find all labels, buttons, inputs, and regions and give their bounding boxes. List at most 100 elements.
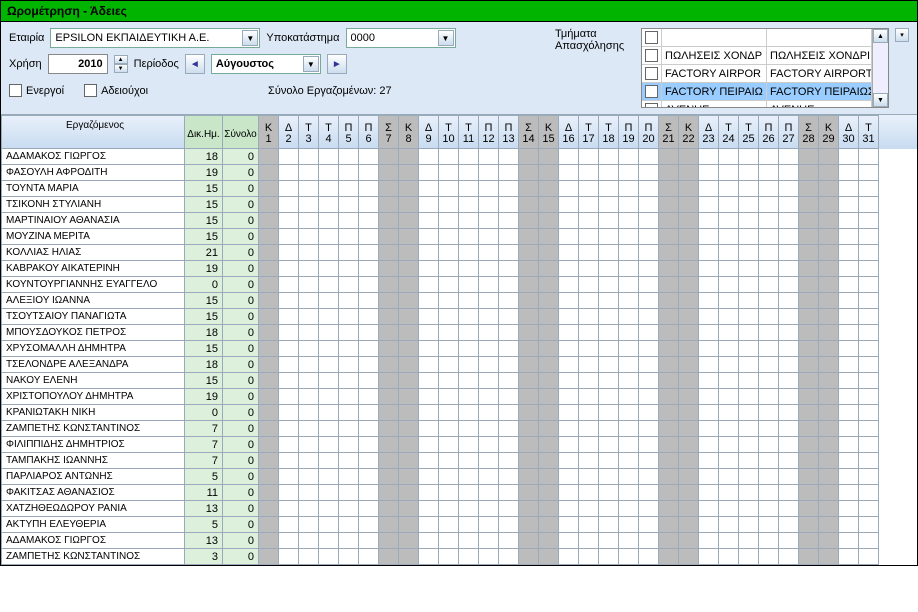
cell-day[interactable]: [639, 437, 659, 453]
cell-day[interactable]: [719, 341, 739, 357]
cell-day[interactable]: [379, 325, 399, 341]
cell-day[interactable]: [819, 181, 839, 197]
col-day-22[interactable]: Κ22: [679, 115, 699, 149]
cell-day[interactable]: [719, 229, 739, 245]
cell-day[interactable]: [719, 405, 739, 421]
cell-day[interactable]: [359, 341, 379, 357]
cell-day[interactable]: [779, 181, 799, 197]
cell-day[interactable]: [359, 357, 379, 373]
cell-day[interactable]: [439, 197, 459, 213]
cell-day[interactable]: [459, 245, 479, 261]
cell-day[interactable]: [379, 261, 399, 277]
col-syn[interactable]: Σύνολο: [223, 115, 259, 149]
col-day-17[interactable]: Τ17: [579, 115, 599, 149]
cell-day[interactable]: [359, 181, 379, 197]
cell-day[interactable]: [799, 245, 819, 261]
cell-day[interactable]: [659, 389, 679, 405]
cell-day[interactable]: [379, 277, 399, 293]
cell-day[interactable]: [779, 437, 799, 453]
cell-day[interactable]: [279, 437, 299, 453]
cell-day[interactable]: [679, 357, 699, 373]
cell-day[interactable]: [259, 549, 279, 565]
cell-day[interactable]: [499, 149, 519, 165]
cell-day[interactable]: [299, 165, 319, 181]
cell-day[interactable]: [759, 517, 779, 533]
cell-day[interactable]: [499, 517, 519, 533]
cell-day[interactable]: [679, 197, 699, 213]
col-day-3[interactable]: Τ3: [299, 115, 319, 149]
cell-day[interactable]: [479, 501, 499, 517]
cell-day[interactable]: [739, 533, 759, 549]
cell-day[interactable]: [279, 245, 299, 261]
cell-day[interactable]: [839, 197, 859, 213]
cell-day[interactable]: [479, 165, 499, 181]
cell-day[interactable]: [779, 325, 799, 341]
cell-day[interactable]: [299, 373, 319, 389]
cell-day[interactable]: [379, 469, 399, 485]
cell-day[interactable]: [339, 453, 359, 469]
cell-day[interactable]: [499, 533, 519, 549]
cell-day[interactable]: [839, 181, 859, 197]
cell-day[interactable]: [459, 453, 479, 469]
cell-day[interactable]: [479, 309, 499, 325]
cell-day[interactable]: [719, 293, 739, 309]
cell-day[interactable]: [679, 549, 699, 565]
cell-day[interactable]: [719, 453, 739, 469]
cell-syn[interactable]: 0: [223, 149, 259, 165]
cell-day[interactable]: [819, 325, 839, 341]
cell-day[interactable]: [399, 437, 419, 453]
cell-day[interactable]: [299, 389, 319, 405]
cell-day[interactable]: [859, 389, 879, 405]
cell-day[interactable]: [319, 245, 339, 261]
cell-day[interactable]: [699, 277, 719, 293]
cell-day[interactable]: [319, 149, 339, 165]
cell-day[interactable]: [639, 213, 659, 229]
col-day-11[interactable]: Τ11: [459, 115, 479, 149]
cell-day[interactable]: [399, 469, 419, 485]
cell-day[interactable]: [739, 517, 759, 533]
cell-day[interactable]: [559, 309, 579, 325]
cell-day[interactable]: [459, 469, 479, 485]
cell-day[interactable]: [559, 501, 579, 517]
cell-day[interactable]: [639, 405, 659, 421]
cell-day[interactable]: [659, 261, 679, 277]
cell-day[interactable]: [679, 213, 699, 229]
cell-syn[interactable]: 0: [223, 389, 259, 405]
cell-day[interactable]: [459, 309, 479, 325]
cell-day[interactable]: [419, 325, 439, 341]
cell-day[interactable]: [799, 325, 819, 341]
cell-day[interactable]: [259, 149, 279, 165]
cell-day[interactable]: [679, 149, 699, 165]
cell-day[interactable]: [299, 181, 319, 197]
dept-row[interactable]: AVENUEAVENUE: [642, 101, 872, 107]
cell-day[interactable]: [539, 469, 559, 485]
cell-syn[interactable]: 0: [223, 549, 259, 565]
col-day-2[interactable]: Δ2: [279, 115, 299, 149]
cell-day[interactable]: [719, 149, 739, 165]
cell-day[interactable]: [499, 277, 519, 293]
cell-day[interactable]: [259, 213, 279, 229]
cell-day[interactable]: [519, 501, 539, 517]
cell-day[interactable]: [519, 437, 539, 453]
cell-day[interactable]: [779, 485, 799, 501]
cell-day[interactable]: [679, 261, 699, 277]
cell-day[interactable]: [439, 245, 459, 261]
cell-day[interactable]: [339, 373, 359, 389]
cell-day[interactable]: [599, 181, 619, 197]
cell-day[interactable]: [479, 533, 499, 549]
cell-day[interactable]: [559, 421, 579, 437]
cell-day[interactable]: [739, 245, 759, 261]
cell-day[interactable]: [719, 517, 739, 533]
cell-day[interactable]: [599, 245, 619, 261]
cell-day[interactable]: [319, 421, 339, 437]
cell-day[interactable]: [619, 533, 639, 549]
cell-day[interactable]: [479, 245, 499, 261]
cell-day[interactable]: [459, 373, 479, 389]
cell-day[interactable]: [859, 277, 879, 293]
cell-day[interactable]: [519, 261, 539, 277]
cell-day[interactable]: [359, 437, 379, 453]
cell-day[interactable]: [439, 277, 459, 293]
cell-day[interactable]: [559, 533, 579, 549]
cell-day[interactable]: [539, 453, 559, 469]
cell-day[interactable]: [759, 181, 779, 197]
